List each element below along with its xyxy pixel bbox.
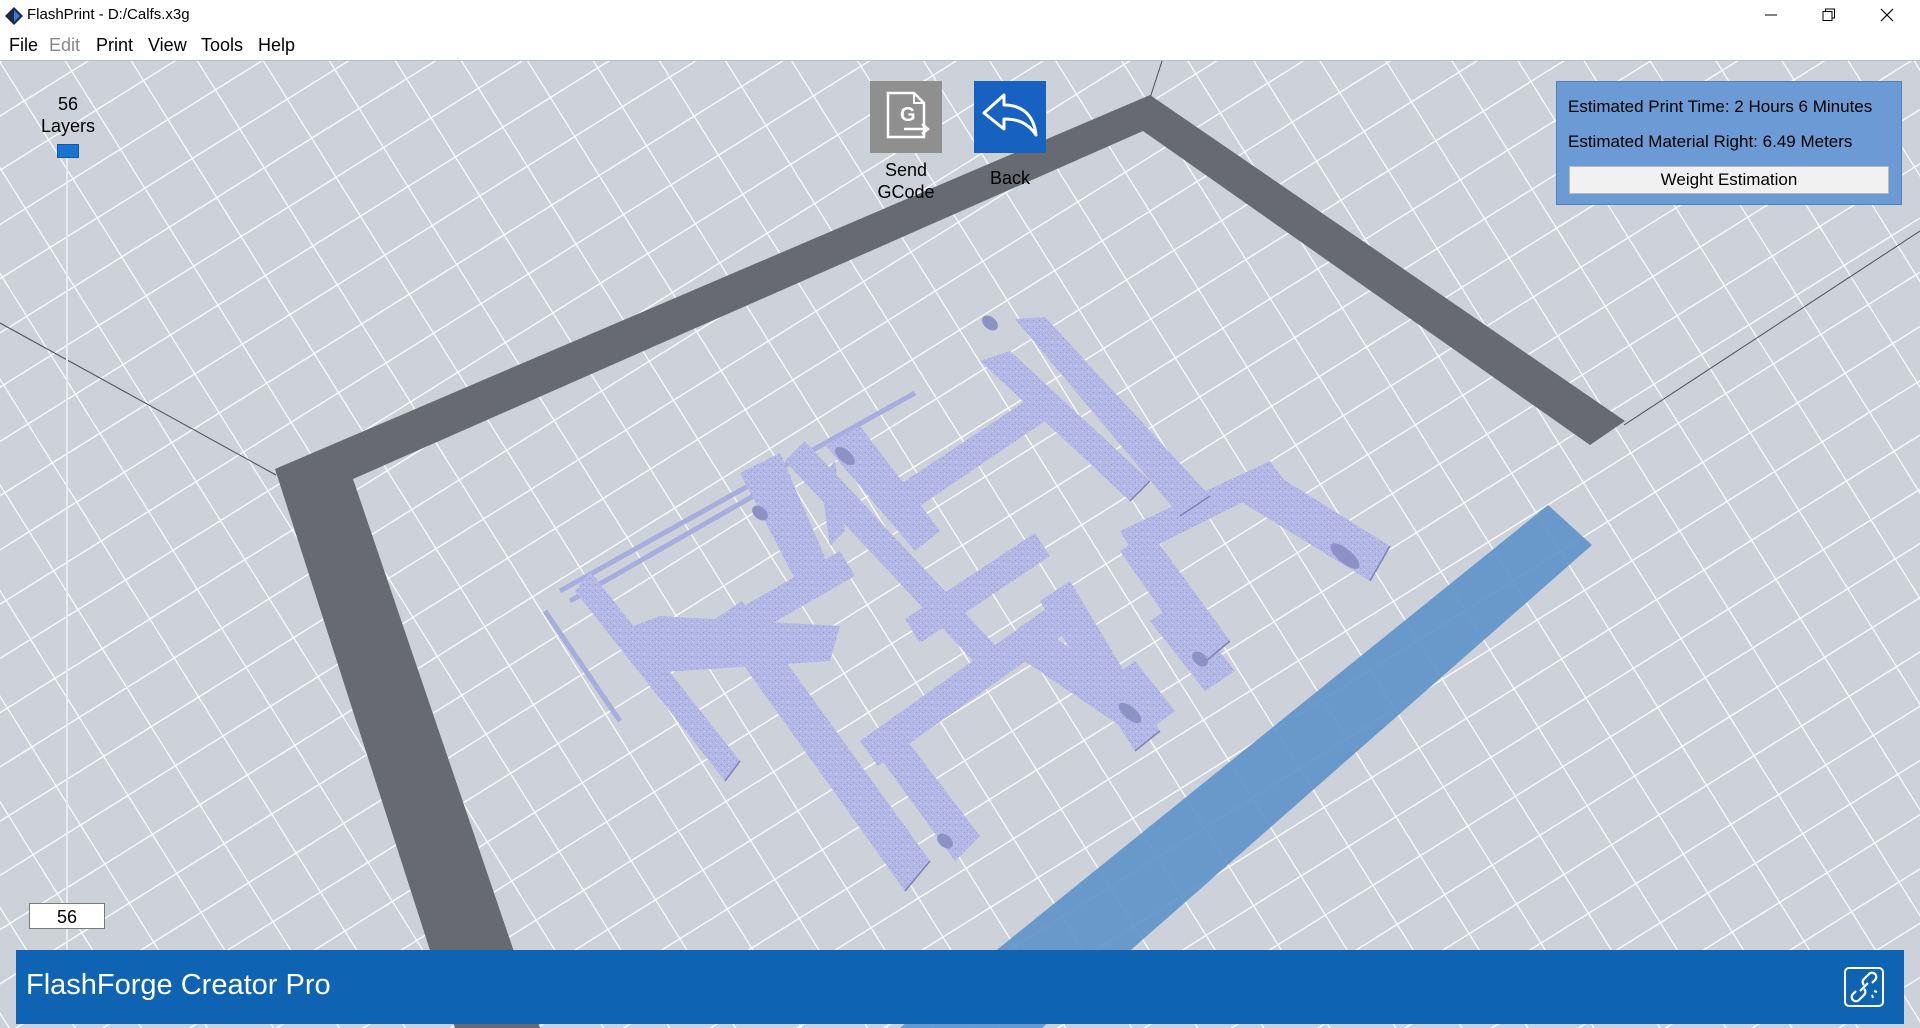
send-gcode-icon: G xyxy=(870,81,942,153)
menu-print[interactable]: Print xyxy=(96,35,133,56)
material-label: Estimated Material Right: xyxy=(1568,132,1758,151)
layer-input[interactable]: 56 xyxy=(29,903,105,929)
build-plate-scene[interactable] xyxy=(0,61,1920,1028)
material-row: Estimated Material Right: 6.49 Meters xyxy=(1568,132,1852,152)
back-arrow-icon xyxy=(974,81,1046,153)
back-button[interactable]: Back xyxy=(974,81,1046,189)
back-label: Back xyxy=(989,168,1031,188)
preview-viewport[interactable]: 56 Layers 56 G Send GCode Back Estimated… xyxy=(0,60,1920,1028)
close-button[interactable] xyxy=(1858,0,1916,30)
printer-name: FlashForge Creator Pro xyxy=(26,969,331,1001)
window-title: FlashPrint - D:/Calfs.x3g xyxy=(27,6,190,23)
menu-help[interactable]: Help xyxy=(258,35,295,56)
menu-edit[interactable]: Edit xyxy=(49,35,80,56)
estimate-panel: Estimated Print Time: 2 Hours 6 Minutes … xyxy=(1556,81,1902,205)
restore-icon xyxy=(1822,8,1835,21)
menu-tools[interactable]: Tools xyxy=(201,35,243,56)
restore-button[interactable] xyxy=(1800,0,1858,30)
minimize-button[interactable] xyxy=(1742,0,1800,30)
menu-file[interactable]: File xyxy=(9,35,38,56)
send-gcode-button[interactable]: G Send GCode xyxy=(870,81,942,203)
print-time-label: Estimated Print Time: xyxy=(1568,97,1730,116)
svg-text:G: G xyxy=(900,104,916,126)
close-icon xyxy=(1880,8,1894,22)
send-gcode-label: Send GCode xyxy=(877,160,935,202)
print-time-value: 2 Hours 6 Minutes xyxy=(1734,97,1873,116)
weight-estimation-button[interactable]: Weight Estimation xyxy=(1569,166,1889,194)
connect-printer-icon[interactable] xyxy=(1844,967,1884,1007)
menu-view[interactable]: View xyxy=(148,35,187,56)
layer-slider-handle[interactable] xyxy=(57,144,79,158)
minimize-icon xyxy=(1765,14,1777,16)
title-bar: FlashPrint - D:/Calfs.x3g xyxy=(0,0,1920,30)
layer-slider-track[interactable] xyxy=(66,149,68,959)
layer-count: 56 xyxy=(57,94,79,114)
flashprint-logo-icon xyxy=(5,7,23,25)
print-time-row: Estimated Print Time: 2 Hours 6 Minutes xyxy=(1568,97,1872,117)
layer-label: Layers xyxy=(40,116,96,136)
printer-status-bar: FlashForge Creator Pro xyxy=(16,950,1904,1024)
material-value: 6.49 Meters xyxy=(1762,132,1853,151)
menu-bar: File Edit Print View Tools Help xyxy=(0,30,1920,60)
